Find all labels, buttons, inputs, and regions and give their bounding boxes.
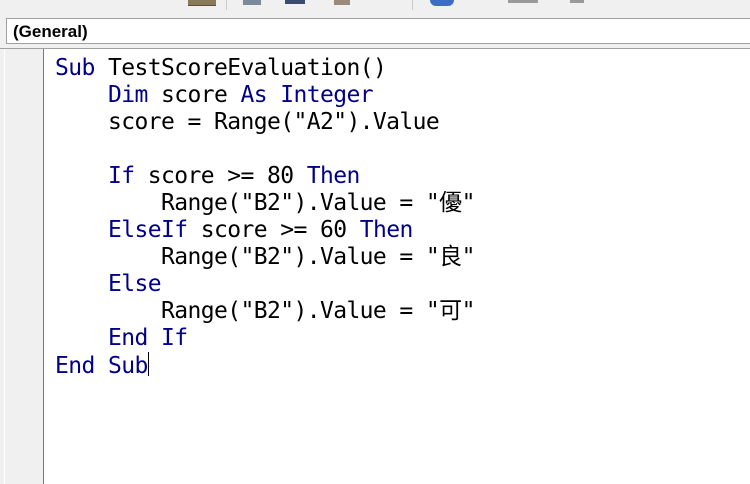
code-line[interactable]: End If [55,325,475,352]
code-text: Range("B2").Value = "優" [55,190,475,216]
insert-module-icon[interactable] [243,0,261,5]
code-keyword: Dim [108,82,148,108]
code-text: Range("B2").Value = "良" [55,244,475,270]
excel-view-icon[interactable] [188,0,216,6]
cut-icon[interactable] [334,0,350,5]
code-keyword: Then [306,163,361,189]
save-icon[interactable] [285,0,305,4]
code-text: score [147,82,241,108]
code-line[interactable]: Range("B2").Value = "優" [55,190,475,217]
code-editor[interactable]: Sub TestScoreEvaluation() Dim score As I… [55,55,475,379]
code-keyword: End Sub [55,353,148,379]
code-line[interactable]: End Sub [55,352,475,379]
margin-highlight [4,49,5,484]
code-line[interactable]: Dim score As Integer [55,82,475,109]
object-dropdown-value: (General) [13,22,88,41]
code-keyword: Else [108,271,162,297]
position-readout [508,0,538,3]
code-keyword: ElseIf [108,217,188,243]
toolbar-separator [226,0,227,10]
code-text: TestScoreEvaluation() [94,55,387,81]
toolbar [0,0,750,14]
text-cursor [147,352,149,376]
margin-indicator-bar[interactable] [0,49,44,484]
code-line[interactable]: Range("B2").Value = "可" [55,298,475,325]
code-keyword: Then [359,217,414,243]
help-icon[interactable] [430,0,454,6]
code-text: score = Range("A2").Value [55,109,440,135]
code-line[interactable] [55,136,475,163]
code-text: score >= 80 [134,163,307,189]
code-line[interactable]: Else [55,271,475,298]
code-text: Range("B2").Value = "可" [55,298,475,324]
object-dropdown[interactable]: (General) [6,18,750,44]
toolbar-overflow-icon[interactable] [570,0,584,3]
code-keyword: Sub [55,55,95,81]
vba-editor-window: (General) Sub TestScoreEvaluation() Dim … [0,0,750,484]
code-line[interactable]: If score >= 80 Then [55,163,475,190]
code-text: score >= 60 [187,217,360,243]
toolbar-separator [412,0,413,10]
code-keyword: Integer [280,82,373,108]
code-line[interactable]: ElseIf score >= 60 Then [55,217,475,244]
code-keyword: If [108,163,135,189]
code-keyword: As [240,82,267,108]
code-keyword: End If [108,325,188,351]
code-line[interactable]: score = Range("A2").Value [55,109,475,136]
code-window[interactable]: Sub TestScoreEvaluation() Dim score As I… [0,48,750,484]
code-line[interactable]: Range("B2").Value = "良" [55,244,475,271]
code-line[interactable]: Sub TestScoreEvaluation() [55,55,475,82]
